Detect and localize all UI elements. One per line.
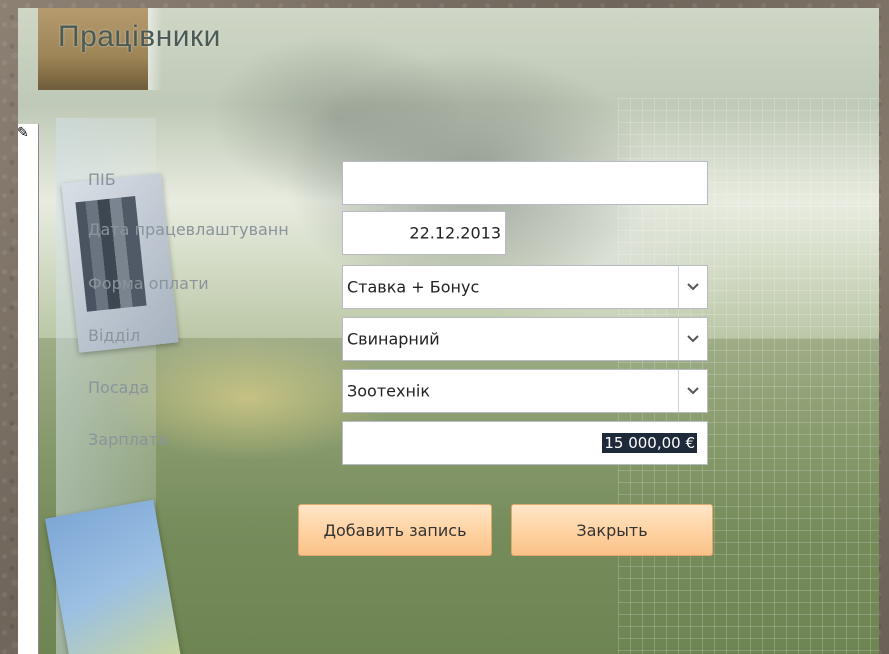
pencil-icon: ✎: [17, 125, 29, 141]
chevron-down-icon[interactable]: [678, 266, 707, 308]
department-value: Свинарний: [347, 329, 440, 349]
hire-date-value: 22.12.2013: [409, 223, 501, 243]
chevron-down-icon[interactable]: [678, 318, 707, 360]
salary-label: Зарплата: [88, 430, 168, 449]
chevron-down-icon[interactable]: [678, 370, 707, 412]
payment-form-label: Форма оплати: [88, 274, 209, 293]
hire-date-field[interactable]: 22.12.2013: [342, 211, 506, 255]
record-selector-bar[interactable]: ✎: [17, 124, 39, 654]
position-select[interactable]: Зоотехнік: [342, 369, 708, 413]
payment-form-value: Ставка + Бонус: [347, 277, 480, 297]
department-select[interactable]: Свинарний: [342, 317, 708, 361]
add-record-button[interactable]: Добавить запись: [298, 504, 492, 556]
pib-field[interactable]: [342, 161, 708, 205]
salary-field[interactable]: 15 000,00 €: [342, 421, 708, 465]
salary-value: 15 000,00 €: [602, 433, 697, 453]
position-value: Зоотехнік: [347, 381, 431, 401]
department-label: Відділ: [88, 326, 141, 345]
books-image: [75, 196, 147, 312]
position-label: Посада: [88, 378, 150, 397]
form-title: Працівники: [58, 20, 221, 53]
form-window: Працівники ПІБ Дата працевлаштуванн 22.1…: [18, 8, 879, 654]
pib-label: ПІБ: [88, 170, 116, 189]
hire-date-label: Дата працевлаштуванн: [88, 220, 289, 239]
payment-form-select[interactable]: Ставка + Бонус: [342, 265, 708, 309]
close-button[interactable]: Закрыть: [511, 504, 713, 556]
